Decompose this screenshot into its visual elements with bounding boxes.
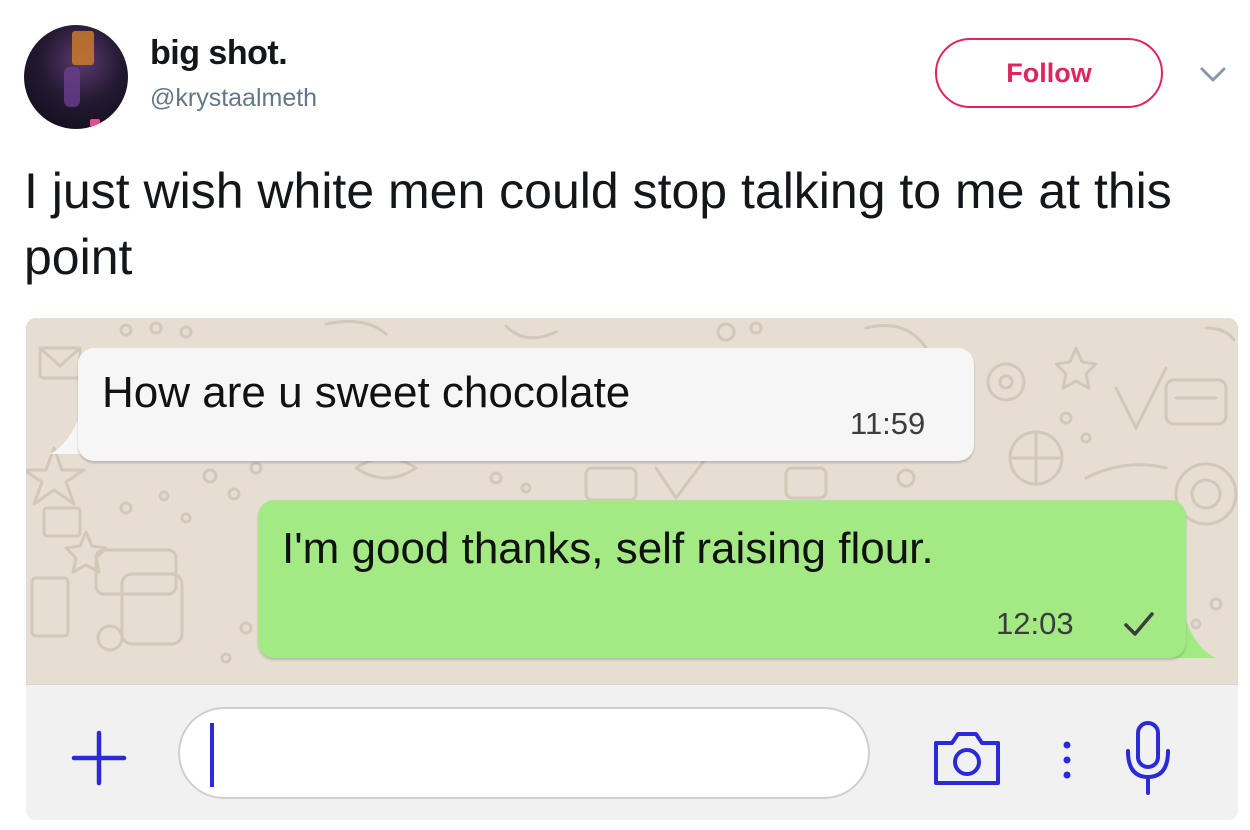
outgoing-message-bubble[interactable]: I'm good thanks, self raising flour. 12:…: [258, 500, 1186, 658]
microphone-icon[interactable]: [1120, 719, 1176, 799]
incoming-message-text: How are u sweet chocolate: [102, 368, 631, 417]
display-name[interactable]: big shot.: [150, 34, 288, 73]
more-dots-icon[interactable]: [1060, 735, 1074, 785]
user-handle[interactable]: @krystaalmeth: [150, 84, 317, 113]
single-check-icon: [1124, 612, 1154, 636]
incoming-message-time: 11:59: [850, 406, 926, 441]
avatar[interactable]: [24, 25, 128, 129]
outgoing-message-text: I'm good thanks, self raising flour.: [282, 524, 934, 573]
message-input[interactable]: [178, 707, 870, 799]
follow-button[interactable]: Follow: [935, 38, 1163, 108]
text-cursor: [210, 723, 214, 787]
plus-icon[interactable]: [70, 729, 128, 787]
camera-icon[interactable]: [930, 729, 1004, 787]
incoming-message-bubble[interactable]: How are u sweet chocolate 11:59: [78, 348, 974, 461]
tweet-text: I just wish white men could stop talking…: [24, 163, 1172, 285]
outgoing-message-time: 12:03: [996, 606, 1074, 641]
message-input-bar: [26, 684, 1238, 820]
chat-screenshot: How are u sweet chocolate 11:59 I'm good…: [26, 318, 1238, 820]
chevron-down-icon[interactable]: [1196, 62, 1230, 86]
